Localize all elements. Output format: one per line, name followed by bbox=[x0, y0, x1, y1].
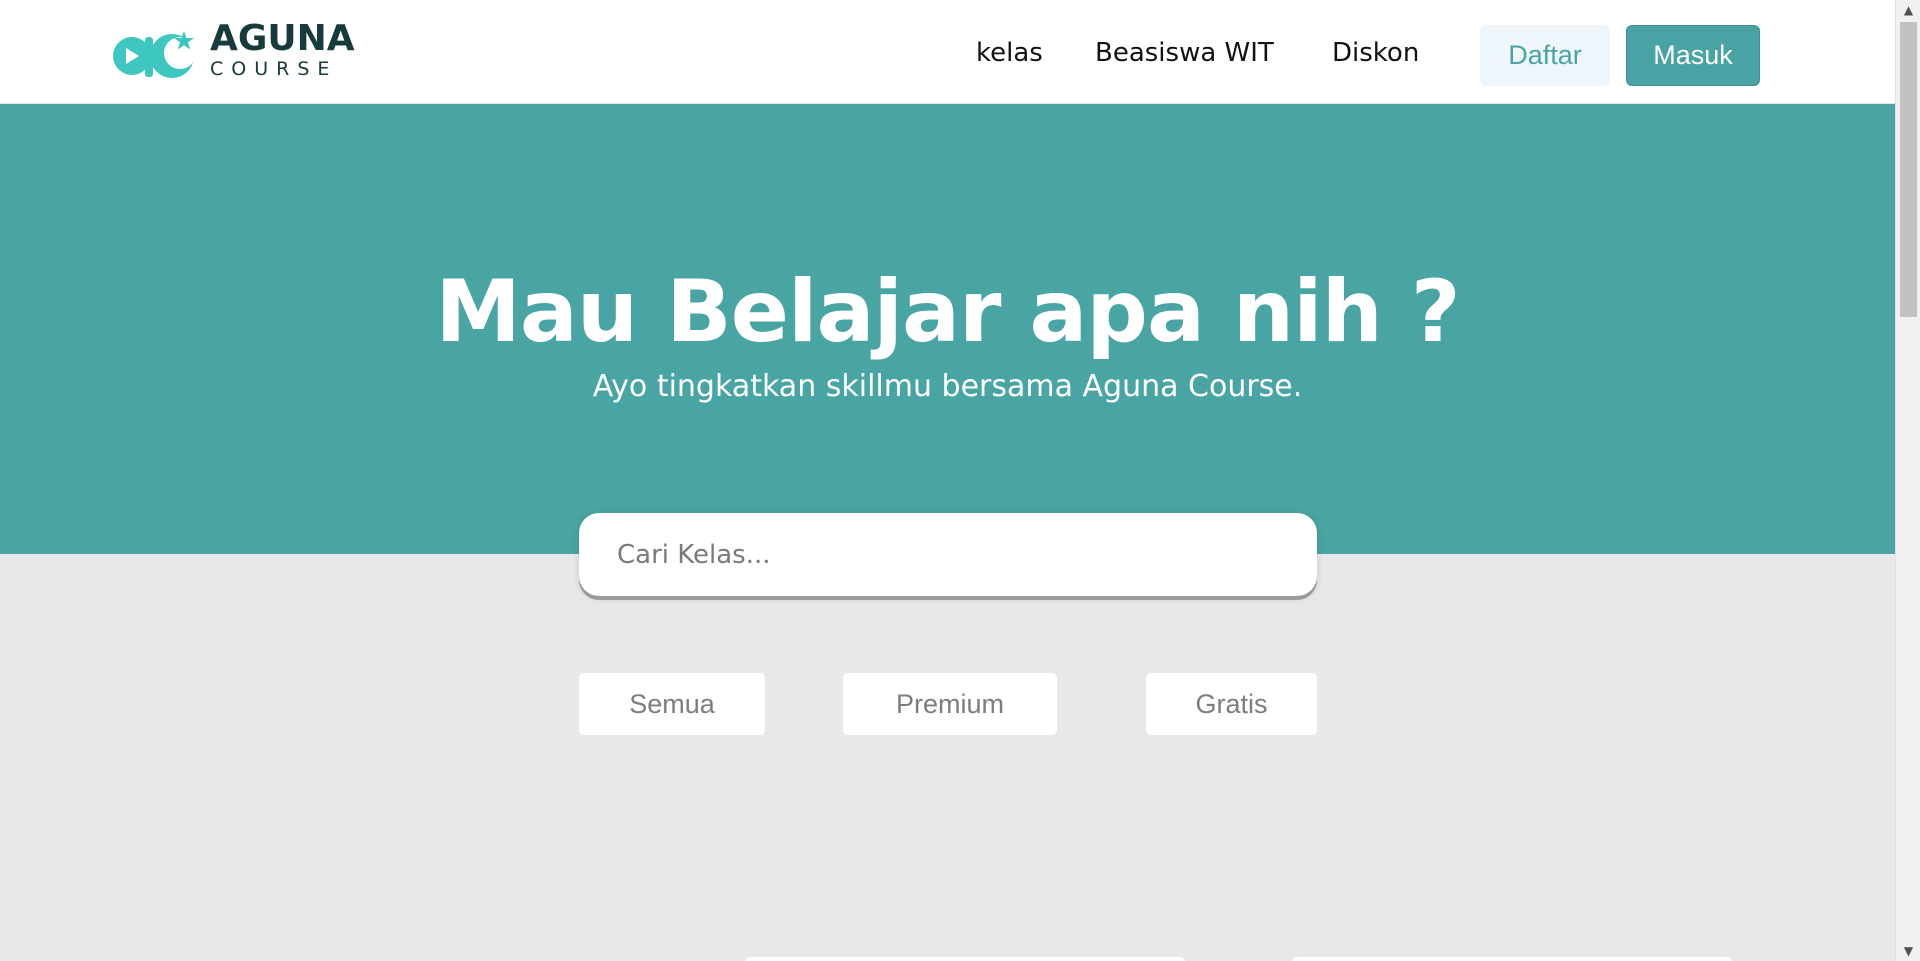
course-card[interactable] bbox=[745, 957, 1185, 961]
hero-section: Mau Belajar apa nih ? Ayo tingkatkan ski… bbox=[0, 104, 1895, 554]
course-card[interactable] bbox=[1292, 957, 1732, 961]
logo-brand: AGUNA bbox=[210, 18, 355, 59]
filter-gratis-button[interactable]: Gratis bbox=[1146, 673, 1317, 735]
masuk-button[interactable]: Masuk bbox=[1626, 25, 1760, 86]
logo-sub: COURSE bbox=[210, 58, 338, 80]
triangle-down-icon[interactable]: ▼ bbox=[1896, 941, 1920, 961]
filter-semua-button[interactable]: Semua bbox=[579, 673, 765, 735]
daftar-button[interactable]: Daftar bbox=[1480, 25, 1610, 86]
nav-link-diskon[interactable]: Diskon bbox=[1332, 38, 1419, 68]
site-header: AGUNA COURSE kelas Beasiswa WIT Diskon D… bbox=[0, 0, 1895, 104]
search-input[interactable] bbox=[615, 538, 1281, 571]
filter-premium-button[interactable]: Premium bbox=[843, 673, 1057, 735]
vertical-scrollbar[interactable]: ▲ ▼ bbox=[1895, 0, 1920, 961]
hero-subtitle: Ayo tingkatkan skillmu bersama Aguna Cou… bbox=[592, 369, 1303, 404]
logo[interactable]: AGUNA COURSE bbox=[112, 20, 355, 80]
nav-link-kelas[interactable]: kelas bbox=[976, 38, 1043, 68]
nav-link-beasiswa-wit[interactable]: Beasiswa WIT bbox=[1095, 38, 1274, 68]
scrollbar-thumb[interactable] bbox=[1900, 22, 1917, 317]
search-box bbox=[579, 513, 1317, 596]
logo-text: AGUNA COURSE bbox=[210, 21, 355, 79]
triangle-up-icon[interactable]: ▲ bbox=[1896, 0, 1920, 20]
aguna-course-logo-icon bbox=[113, 31, 196, 78]
page: AGUNA COURSE kelas Beasiswa WIT Diskon D… bbox=[0, 0, 1895, 961]
hero-title: Mau Belajar apa nih ? bbox=[435, 262, 1460, 362]
